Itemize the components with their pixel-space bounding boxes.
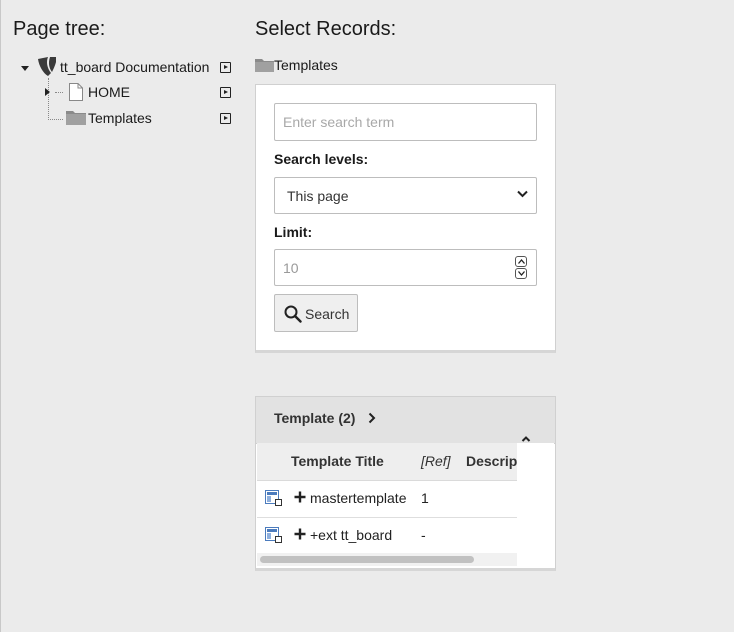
search-levels-select[interactable]: This page	[274, 177, 537, 214]
search-levels-label: Search levels:	[274, 151, 369, 167]
search-levels-value: This page	[287, 187, 349, 204]
folder-icon	[255, 59, 274, 72]
search-button[interactable]: Search	[274, 294, 358, 332]
typo3-logo-icon	[38, 57, 56, 76]
record-ref: -	[421, 527, 426, 543]
table-title[interactable]: Template (2)	[274, 410, 355, 426]
column-ref-header[interactable]: [Ref]	[421, 453, 451, 469]
scrollbar-thumb[interactable]	[260, 556, 474, 563]
chevron-down-icon	[518, 271, 525, 276]
select-records-heading: Select Records:	[255, 18, 397, 40]
stepper-up-button[interactable]	[515, 256, 527, 267]
home-context-icon[interactable]	[220, 87, 231, 98]
tree-item-label: HOME	[88, 84, 130, 100]
tree-line	[48, 119, 63, 120]
limit-label: Limit:	[274, 224, 313, 240]
page-icon	[69, 83, 83, 101]
tree-line	[48, 78, 49, 120]
limit-value: 10	[283, 259, 299, 276]
tree-line	[55, 92, 63, 93]
search-input[interactable]: Enter search term	[274, 103, 537, 141]
search-button-label: Search	[305, 306, 350, 322]
record-title[interactable]: mastertemplate	[310, 490, 406, 506]
chevron-down-icon	[517, 190, 528, 198]
record-overlay-icon	[275, 499, 282, 506]
search-icon	[284, 305, 302, 323]
limit-input[interactable]: 10	[274, 249, 537, 286]
stepper-down-button[interactable]	[515, 268, 527, 279]
chevron-right-icon[interactable]	[368, 412, 376, 424]
column-description-header[interactable]: Descrip	[466, 453, 517, 469]
tree-item-label: Templates	[88, 110, 152, 126]
chevron-up-icon	[518, 259, 525, 264]
record-title[interactable]: +ext tt_board	[310, 527, 392, 543]
record-overlay-icon	[275, 536, 282, 543]
collapse-root-toggle[interactable]	[21, 66, 29, 71]
templates-context-icon[interactable]	[220, 113, 231, 124]
current-page-label: Templates	[274, 57, 338, 73]
tree-root-item[interactable]: tt_board Documentation	[60, 55, 209, 79]
column-title-header[interactable]: Template Title	[291, 453, 384, 469]
chevron-up-icon[interactable]	[521, 435, 531, 443]
scroll-overlay	[517, 443, 554, 566]
tree-root-label: tt_board Documentation	[60, 59, 210, 75]
tree-item-home[interactable]: HOME	[88, 80, 130, 104]
search-placeholder: Enter search term	[283, 114, 395, 130]
page-tree-heading: Page tree:	[13, 18, 106, 40]
add-icon[interactable]	[294, 491, 306, 503]
root-context-icon[interactable]	[220, 62, 231, 73]
record-ref: 1	[421, 490, 429, 506]
expand-home-toggle[interactable]	[45, 88, 50, 96]
tree-item-templates[interactable]: Templates	[88, 106, 152, 130]
add-icon[interactable]	[294, 528, 306, 540]
folder-icon	[66, 111, 86, 125]
